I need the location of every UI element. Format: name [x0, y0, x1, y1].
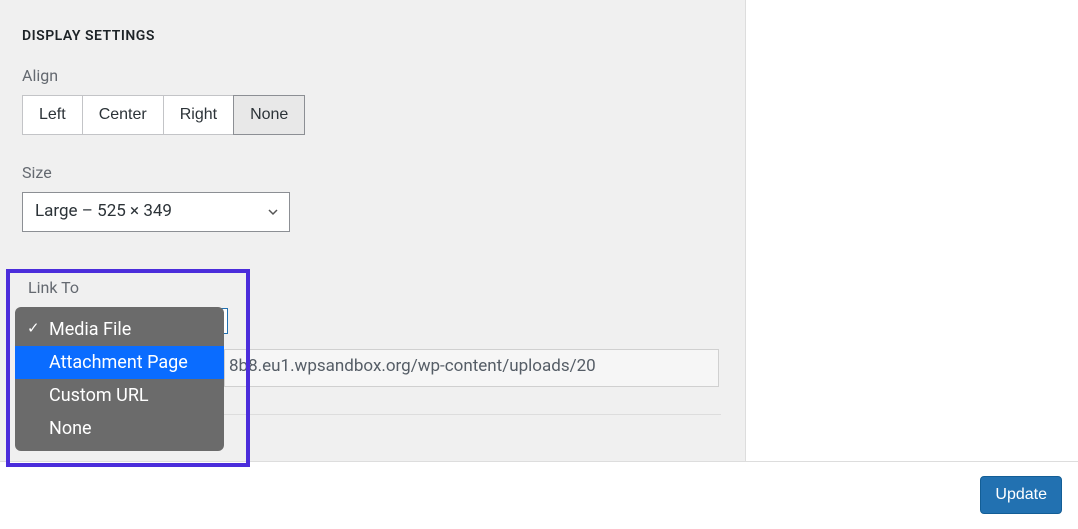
right-panel — [745, 0, 1078, 461]
footer-bar: Update — [0, 461, 1078, 529]
size-field: Size Large – 525 × 349 — [22, 163, 723, 256]
align-field: Align Left Center Right None — [22, 66, 723, 135]
link-to-field: Link To — [28, 278, 79, 307]
update-button[interactable]: Update — [980, 476, 1062, 514]
dropdown-option-attachment-page[interactable]: Attachment Page — [15, 346, 224, 379]
dropdown-option-custom-url[interactable]: Custom URL — [15, 379, 224, 412]
chevron-down-icon — [267, 206, 279, 218]
dropdown-option-none[interactable]: None — [15, 412, 224, 445]
section-title: DISPLAY SETTINGS — [22, 28, 723, 44]
align-button-group: Left Center Right None — [22, 95, 723, 135]
link-to-label: Link To — [28, 278, 79, 297]
size-select[interactable]: Large – 525 × 349 — [22, 192, 290, 232]
url-input[interactable]: 8b8.eu1.wpsandbox.org/wp-content/uploads… — [224, 349, 719, 387]
align-right-button[interactable]: Right — [163, 95, 234, 135]
align-label: Align — [22, 66, 723, 85]
align-left-button[interactable]: Left — [22, 95, 83, 135]
align-none-button[interactable]: None — [233, 95, 305, 135]
dropdown-option-media-file[interactable]: Media File — [15, 313, 224, 346]
size-label: Size — [22, 163, 723, 182]
link-to-dropdown: Media File Attachment Page Custom URL No… — [15, 307, 224, 451]
size-select-value: Large – 525 × 349 — [23, 193, 289, 229]
align-center-button[interactable]: Center — [82, 95, 164, 135]
